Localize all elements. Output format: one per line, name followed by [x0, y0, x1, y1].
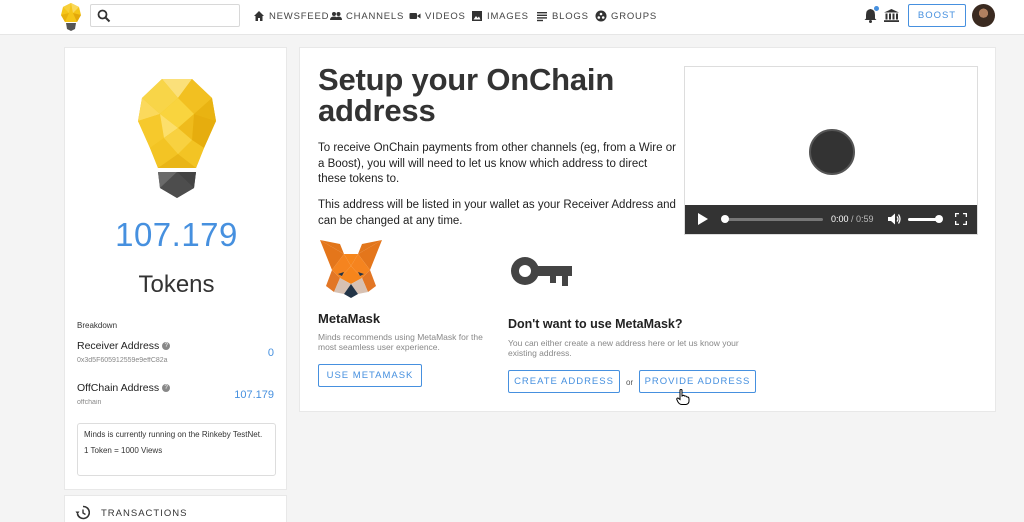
transactions-label: TRANSACTIONS	[101, 508, 188, 519]
nav-channels[interactable]: CHANNELS	[330, 0, 404, 32]
pointer-cursor-icon	[676, 389, 690, 405]
nav-label: CHANNELS	[346, 10, 405, 22]
tokens-label: Tokens	[138, 271, 215, 298]
video-progress-bar[interactable]	[723, 218, 823, 221]
search-input[interactable]	[115, 7, 235, 24]
receiver-address-value: 0x3d5F605912559e9effC82a	[77, 357, 168, 364]
nav-images[interactable]: IMAGES	[471, 0, 529, 32]
key-icon	[511, 257, 572, 286]
notification-badge	[874, 6, 879, 11]
or-label: or	[626, 378, 634, 387]
play-icon[interactable]	[698, 213, 708, 225]
minds-bulb-icon	[138, 79, 216, 198]
list-icon	[537, 12, 547, 22]
testnet-notice: Minds is currently running on the Rinkeb…	[77, 423, 276, 476]
people-icon	[330, 12, 342, 20]
video-time: 0:00 / 0:59	[831, 214, 874, 224]
volume-slider-handle[interactable]	[935, 215, 943, 223]
receiver-address-title: Receiver Address?	[77, 340, 171, 352]
receiver-balance: 0	[267, 347, 274, 359]
token-balance: 107.179	[115, 216, 238, 253]
nav-label: IMAGES	[487, 10, 529, 22]
home-icon	[254, 11, 264, 21]
user-avatar[interactable]	[972, 4, 995, 27]
video-player[interactable]: 0:00 / 0:59	[684, 66, 978, 235]
create-address-button[interactable]: CREATE ADDRESS	[508, 370, 620, 393]
transactions-card[interactable]: TRANSACTIONS	[64, 495, 287, 522]
nav-newsfeed[interactable]: NEWSFEED	[253, 0, 329, 32]
no-metamask-description: You can either create a new address here…	[508, 338, 739, 358]
video-poster-play-icon[interactable]	[809, 129, 855, 175]
wallet-bank-icon[interactable]	[884, 9, 899, 22]
testnet-text: Minds is currently running on the Rinkeb…	[84, 430, 263, 439]
video-progress-handle[interactable]	[721, 215, 729, 223]
boost-button[interactable]: BOOST	[908, 4, 966, 27]
fullscreen-icon[interactable]	[955, 213, 967, 225]
nav-videos[interactable]: VIDEOS	[409, 0, 466, 32]
minds-logo-icon[interactable]	[60, 2, 82, 32]
metamask-fox-icon	[320, 240, 382, 298]
video-camera-icon	[409, 13, 421, 19]
breakdown-label: Breakdown	[77, 321, 118, 330]
onchain-setup-card: Setup your OnChain address To receive On…	[299, 47, 996, 412]
no-metamask-title: Don't want to use MetaMask?	[508, 317, 683, 331]
offchain-address-title: OffChain Address?	[77, 382, 171, 394]
nav-label: BLOGS	[552, 10, 589, 22]
token-rate-text: 1 Token = 1000 Views	[84, 446, 163, 455]
metamask-description: Minds recommends using MetaMask for the …	[318, 332, 483, 352]
use-metamask-button[interactable]: USE METAMASK	[318, 364, 422, 387]
offchain-balance: 107.179	[234, 389, 274, 401]
nav-label: NEWSFEED	[269, 10, 330, 22]
nav-blogs[interactable]: BLOGS	[536, 0, 589, 32]
wallet-balance-card: 107.179 Tokens Breakdown Receiver Addres…	[64, 47, 287, 490]
search-icon	[97, 9, 111, 23]
setup-description: To receive OnChain payments from other c…	[318, 142, 676, 185]
search-box[interactable]	[90, 4, 240, 27]
nav-label: VIDEOS	[425, 10, 466, 22]
groups-icon	[595, 10, 607, 22]
receiver-address-note: This address will be listed in your wall…	[318, 199, 676, 227]
volume-icon[interactable]	[888, 213, 901, 225]
video-controls: 0:00 / 0:59	[685, 205, 977, 234]
page-title: Setup your OnChain address	[318, 62, 615, 128]
provide-address-button[interactable]: PROVIDE ADDRESS	[639, 370, 756, 393]
nav-groups[interactable]: GROUPS	[595, 0, 657, 32]
help-icon[interactable]: ?	[162, 384, 171, 393]
top-bar: NEWSFEED CHANNELS VIDEOS IMAGES BLOGS GR…	[0, 0, 1024, 35]
history-icon	[75, 505, 90, 520]
nav-label: GROUPS	[611, 10, 657, 22]
help-icon[interactable]: ?	[162, 342, 171, 351]
offchain-address-value: offchain	[77, 399, 102, 406]
image-icon	[472, 11, 482, 21]
metamask-title: MetaMask	[318, 311, 381, 326]
